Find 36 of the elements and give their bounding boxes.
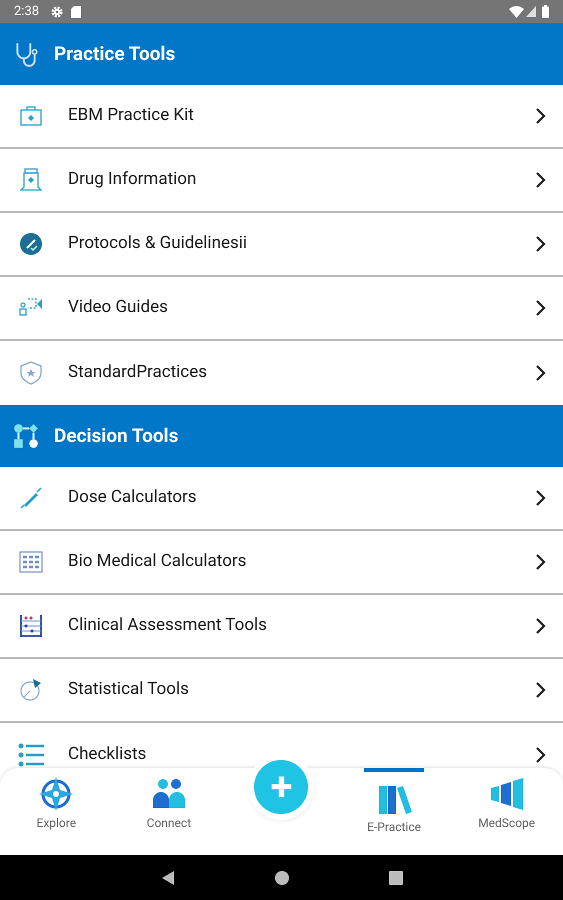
chevron-right-icon [535, 746, 547, 764]
signal-icon [526, 6, 536, 17]
section-title: Decision Tools [54, 422, 178, 449]
sd-card-icon [71, 6, 82, 18]
home-icon[interactable] [274, 870, 288, 884]
back-icon[interactable] [160, 870, 174, 886]
panels-icon [488, 776, 525, 812]
compass-icon [38, 776, 74, 812]
chevron-right-icon [535, 171, 547, 189]
check-badge-icon [18, 231, 44, 257]
chevron-right-icon [535, 364, 547, 382]
chevron-right-icon [535, 553, 547, 571]
chevron-right-icon [535, 299, 547, 317]
abacus-icon [18, 613, 44, 639]
settings-icon [51, 6, 64, 18]
selected-indicator [364, 768, 424, 772]
syringe-icon [18, 485, 44, 511]
section-title: Practice Tools [54, 40, 176, 67]
calculator-icon [18, 549, 44, 575]
list-icon [18, 742, 44, 768]
recents-icon[interactable] [388, 870, 402, 884]
shield-star-icon [18, 360, 44, 386]
flowchart-icon [12, 422, 40, 450]
nav-tab[interactable]: E-Practice [338, 768, 450, 836]
clock: 2:38 [14, 2, 40, 21]
chevron-right-icon [535, 107, 547, 125]
chevron-right-icon [535, 489, 547, 507]
bottle-icon [18, 167, 44, 193]
nav-tab[interactable]: Connect [112, 768, 226, 832]
battery-icon [542, 5, 549, 18]
wifi-icon [509, 6, 524, 18]
nav-tab[interactable]: Explore [0, 768, 113, 832]
chevron-right-icon [535, 235, 547, 253]
chevron-right-icon [535, 681, 547, 699]
chevron-right-icon [535, 617, 547, 635]
nav-tab[interactable]: MedScope [450, 768, 563, 832]
